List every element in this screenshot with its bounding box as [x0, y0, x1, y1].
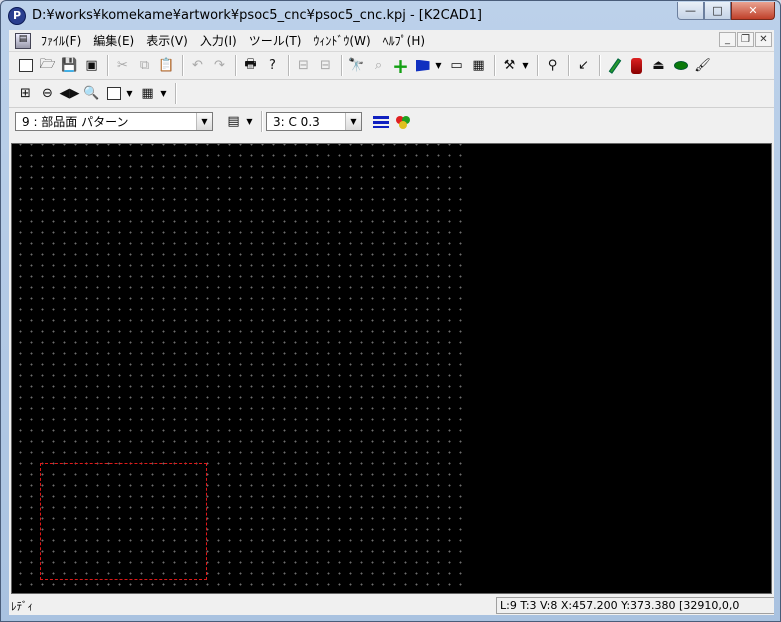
- ellipse-icon[interactable]: [670, 55, 691, 76]
- line-style-icon[interactable]: [370, 111, 391, 132]
- toolbar-separator: [261, 111, 262, 132]
- paste-icon[interactable]: 📋: [156, 55, 177, 76]
- toolbar-separator: [175, 83, 176, 104]
- toolbar-separator: [494, 55, 495, 76]
- toolbar-separator: [288, 55, 289, 76]
- toolbar-separator: [235, 55, 236, 76]
- layer-visibility-icon[interactable]: ▤: [223, 111, 244, 132]
- copy-icon[interactable]: ⧉: [134, 55, 155, 76]
- grid-b-icon[interactable]: ⊟: [315, 55, 336, 76]
- toolbar-separator: [341, 55, 342, 76]
- layers-icon[interactable]: [626, 55, 647, 76]
- chevron-down-icon[interactable]: ▼: [345, 113, 361, 130]
- save-icon[interactable]: 💾: [59, 55, 80, 76]
- zoom-window-icon[interactable]: [103, 83, 124, 104]
- menu-bar: ▤ ﾌｧｲﾙ(F) 編集(E) 表示(V) 入力(I) ツール(T) ｳｨﾝﾄﾞ…: [9, 30, 774, 52]
- print-icon[interactable]: 🖶: [240, 55, 261, 76]
- redo-icon[interactable]: ↷: [209, 55, 230, 76]
- status-ready-text: ﾚﾃﾞｨ: [11, 599, 33, 613]
- screen-icon[interactable]: ▭: [446, 55, 467, 76]
- lasso-icon[interactable]: ⚲: [542, 55, 563, 76]
- mdi-close-button[interactable]: ✕: [755, 32, 772, 47]
- mdi-restore-button[interactable]: ❐: [737, 32, 754, 47]
- zoom-out-icon[interactable]: ⊖: [37, 83, 58, 104]
- pen-select[interactable]: 3: C 0.3 ▼: [266, 112, 362, 131]
- chevron-down-icon[interactable]: ▼: [196, 113, 212, 130]
- status-coordinates: L:9 T:3 V:8 X:457.200 Y:373.380 [32910,0…: [496, 597, 774, 614]
- color-palette-icon[interactable]: [392, 111, 413, 132]
- document-menu-icon[interactable]: ▤: [15, 32, 31, 49]
- menu-view[interactable]: 表示(V): [140, 31, 194, 51]
- add-part-icon[interactable]: +: [390, 55, 411, 76]
- open-folder-icon[interactable]: 🗁: [37, 55, 58, 76]
- toolbar-separator: [568, 55, 569, 76]
- grid-dropdown-icon[interactable]: ▼: [159, 83, 168, 104]
- window-title: D:¥works¥komekame¥artwork¥psoc5_cnc¥psoc…: [32, 8, 482, 23]
- main-toolbar: 🗁 💾 ▣ ✂ ⧉ 📋 ↶ ↷ 🖶 ? ⊟ ⊟ 🔭 ⌕ + ▼ ▭ ▦ ⚒ ▼ …: [9, 52, 774, 79]
- app-window: P D:¥works¥komekame¥artwork¥psoc5_cnc¥ps…: [0, 0, 781, 622]
- new-file-icon[interactable]: [15, 55, 36, 76]
- title-bar[interactable]: P D:¥works¥komekame¥artwork¥psoc5_cnc¥ps…: [1, 1, 780, 30]
- maximize-button[interactable]: □: [704, 2, 731, 20]
- menu-file[interactable]: ﾌｧｲﾙ(F): [35, 31, 87, 51]
- undo-icon[interactable]: ↶: [187, 55, 208, 76]
- menu-help[interactable]: ﾍﾙﾌﾟ(H): [377, 31, 431, 51]
- cut-icon[interactable]: ✂: [112, 55, 133, 76]
- layer-toolbar: 9 : 部品面 パターン ▼ ▤ ▼ 3: C 0.3 ▼: [9, 108, 774, 135]
- toolbar-separator: [182, 55, 183, 76]
- menu-input[interactable]: 入力(I): [194, 31, 243, 51]
- pen-select-value: 3: C 0.3: [273, 114, 320, 129]
- app-logo-icon[interactable]: P: [8, 6, 26, 25]
- zoom-in-icon[interactable]: ⊞: [15, 83, 36, 104]
- hammer-dropdown-icon[interactable]: ▼: [521, 55, 530, 76]
- menu-edit[interactable]: 編集(E): [87, 31, 140, 51]
- status-bar: ﾚﾃﾞｨ L:9 T:3 V:8 X:457.200 Y:373.380 [32…: [9, 596, 774, 615]
- pointer-icon[interactable]: ↙: [573, 55, 594, 76]
- menu-window[interactable]: ｳｨﾝﾄﾞｳ(W): [307, 31, 376, 51]
- iron-icon[interactable]: ⏏: [648, 55, 669, 76]
- pencil-icon[interactable]: [604, 55, 625, 76]
- part-outline-rectangle[interactable]: [40, 463, 207, 580]
- pan-icon[interactable]: ◀▶: [59, 83, 80, 104]
- layer-visibility-dropdown-icon[interactable]: ▼: [245, 111, 254, 132]
- toolbar-separator: [107, 55, 108, 76]
- help-icon[interactable]: ?: [262, 55, 283, 76]
- toolbar-separator: [599, 55, 600, 76]
- save-all-icon[interactable]: ▣: [81, 55, 102, 76]
- flag-icon[interactable]: [412, 55, 433, 76]
- mdi-minimize-button[interactable]: _: [719, 32, 736, 47]
- brush-icon[interactable]: 🖌: [692, 55, 713, 76]
- close-button[interactable]: ✕: [731, 2, 775, 20]
- calendar-icon[interactable]: ▦: [468, 55, 489, 76]
- flag-dropdown-icon[interactable]: ▼: [434, 55, 443, 76]
- menu-tools[interactable]: ツール(T): [243, 31, 308, 51]
- layer-select[interactable]: 9 : 部品面 パターン ▼: [15, 112, 213, 131]
- find-replace-icon[interactable]: ⌕: [368, 55, 389, 76]
- view-toolbar: ⊞ ⊖ ◀▶ 🔍 ▼ ▦ ▼: [9, 80, 774, 107]
- hammer-icon[interactable]: ⚒: [499, 55, 520, 76]
- layer-select-value: 9 : 部品面 パターン: [22, 115, 129, 129]
- minimize-button[interactable]: —: [677, 2, 704, 20]
- zoom-glass-icon[interactable]: 🔍: [81, 83, 102, 104]
- toolbar-separator: [537, 55, 538, 76]
- client-area: ▤ ﾌｧｲﾙ(F) 編集(E) 表示(V) 入力(I) ツール(T) ｳｨﾝﾄﾞ…: [9, 30, 774, 615]
- grid-icon[interactable]: ▦: [137, 83, 158, 104]
- zoom-dropdown-icon[interactable]: ▼: [125, 83, 134, 104]
- grid-a-icon[interactable]: ⊟: [293, 55, 314, 76]
- binoculars-icon[interactable]: 🔭: [346, 55, 367, 76]
- drawing-canvas[interactable]: [11, 143, 772, 594]
